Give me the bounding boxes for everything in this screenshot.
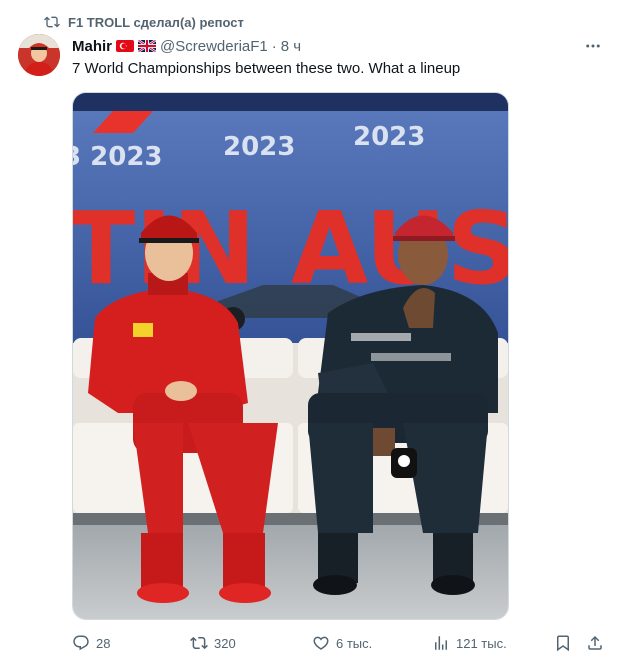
tweet-text: 7 World Championships between these two.… (72, 60, 461, 77)
more-options-button[interactable] (580, 36, 606, 56)
heart-icon (313, 636, 329, 650)
action-bar: 28 320 6 тыс. 121 тыс. (72, 632, 608, 654)
tweet-card[interactable]: F1 TROLL сделал(а) репост Mahir @Screwde… (0, 0, 620, 671)
svg-text:2023: 2023 (353, 122, 425, 152)
reply-button[interactable]: 28 (72, 632, 110, 654)
repost-line[interactable]: F1 TROLL сделал(а) репост (44, 12, 244, 32)
share-button[interactable] (586, 632, 604, 654)
separator-dot: · (271, 37, 277, 55)
like-button[interactable]: 6 тыс. (312, 632, 372, 654)
share-icon (588, 635, 602, 650)
user-handle[interactable]: @ScrewderiaF1 (160, 38, 268, 55)
reply-icon (73, 635, 89, 651)
svg-text:2023: 2023 (223, 132, 295, 162)
views-button[interactable]: 121 тыс. (432, 632, 507, 654)
avatar[interactable] (18, 34, 60, 76)
more-dots-icon (586, 44, 600, 48)
display-name[interactable]: Mahir (72, 38, 112, 55)
press-conference-photo: 3 2023 2023 2023 TIN AUS (73, 93, 508, 619)
retweet-count: 320 (214, 635, 236, 651)
uk-flag-icon (138, 40, 157, 52)
svg-text:3 2023: 3 2023 (73, 142, 163, 172)
tweet-header: Mahir @ScrewderiaF1 · 8 ч (72, 36, 301, 56)
timestamp[interactable]: 8 ч (281, 38, 301, 55)
bookmark-icon (557, 635, 569, 652)
repost-text[interactable]: F1 TROLL сделал(а) репост (68, 15, 244, 30)
bookmark-button[interactable] (554, 632, 572, 654)
like-count: 6 тыс. (336, 635, 373, 651)
repost-icon (44, 16, 60, 28)
avatar-image (18, 34, 60, 76)
views-icon (435, 636, 447, 650)
reply-count: 28 (96, 635, 111, 651)
views-count: 121 тыс. (456, 635, 507, 651)
turkey-flag-icon (116, 40, 135, 52)
tweet-photo[interactable]: 3 2023 2023 2023 TIN AUS (72, 92, 509, 620)
retweet-icon (190, 636, 208, 650)
retweet-button[interactable]: 320 (190, 632, 236, 654)
